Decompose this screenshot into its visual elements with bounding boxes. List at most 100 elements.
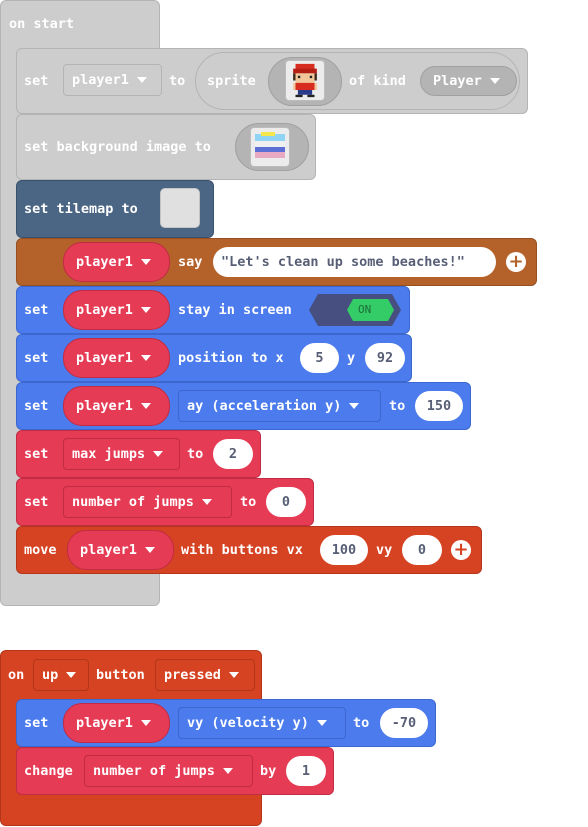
vx-value: 100 [331, 542, 357, 558]
chevron-down-icon [140, 307, 151, 313]
move-label: move [24, 542, 57, 558]
of-kind-label: of kind [349, 73, 406, 89]
set-label: set [24, 446, 49, 462]
empty-tilemap-icon[interactable] [160, 188, 200, 228]
variable-name: player1 [76, 254, 133, 270]
vy-value-input[interactable]: 0 [402, 535, 442, 565]
vx-value-input[interactable]: 100 [320, 535, 368, 565]
chevron-down-icon [66, 672, 77, 678]
number-of-jumps-value: 0 [281, 494, 291, 510]
position-label: position to x [178, 350, 284, 366]
chevron-down-icon [144, 547, 155, 553]
variable-dropdown-player1[interactable]: player1 [63, 338, 170, 378]
variable-name: max jumps [72, 446, 146, 462]
velocity-value-input[interactable]: -70 [380, 708, 428, 738]
y-value-input[interactable]: 92 [365, 343, 405, 373]
say-label: say [178, 254, 203, 270]
sprite-label: sprite [207, 73, 256, 89]
variable-name: player1 [76, 715, 133, 731]
beach-image-icon [250, 127, 290, 167]
add-parameter-button[interactable]: + [506, 252, 526, 272]
x-value: 5 [315, 350, 324, 366]
add-parameter-button[interactable]: + [451, 540, 471, 560]
kind-dropdown[interactable]: Player [420, 66, 517, 96]
button-dropdown[interactable]: up [33, 659, 89, 691]
change-value: 1 [301, 763, 311, 779]
set-tilemap-label: set tilemap to [24, 201, 138, 217]
chevron-down-icon [489, 78, 500, 84]
set-label: set [24, 350, 49, 366]
change-label: change [24, 763, 73, 779]
number-of-jumps-value-input[interactable]: 0 [266, 487, 306, 517]
chevron-down-icon [153, 451, 164, 457]
button-label: button [96, 667, 145, 683]
to-label: to [240, 494, 257, 510]
y-label: y [347, 350, 356, 366]
chevron-down-icon [222, 768, 233, 774]
variable-dropdown-max-jumps[interactable]: max jumps [63, 438, 180, 470]
variable-dropdown-player1[interactable]: player1 [63, 386, 170, 426]
event-value: pressed [164, 667, 221, 683]
variable-dropdown-number-of-jumps[interactable]: number of jumps [84, 755, 253, 787]
event-dropdown[interactable]: pressed [155, 659, 255, 691]
acceleration-value: 150 [426, 398, 452, 414]
variable-name: number of jumps [93, 763, 215, 779]
to-label: to [353, 715, 370, 731]
plus-icon: + [453, 539, 469, 560]
change-value-input[interactable]: 1 [286, 756, 326, 786]
chevron-down-icon [140, 403, 151, 409]
acceleration-value-input[interactable]: 150 [415, 391, 463, 421]
vy-value: 0 [417, 542, 427, 558]
on-label: on [8, 667, 25, 683]
to-label: to [389, 398, 406, 414]
toggle-label: ON [358, 303, 372, 316]
chevron-down-icon [136, 77, 147, 83]
max-jumps-value-input[interactable]: 2 [213, 439, 253, 469]
variable-name: player1 [72, 72, 129, 88]
x-value-input[interactable]: 5 [300, 343, 339, 373]
chevron-down-icon [228, 672, 239, 678]
chevron-down-icon [140, 720, 151, 726]
on-off-toggle[interactable]: ON [308, 293, 402, 327]
variable-dropdown-player1[interactable]: player1 [63, 242, 170, 282]
set-label: set [24, 494, 49, 510]
chevron-down-icon [201, 499, 212, 505]
velocity-value: -70 [391, 715, 417, 731]
plus-icon: + [508, 251, 524, 272]
chevron-down-icon [140, 259, 151, 265]
to-label: to [169, 73, 186, 89]
chevron-down-icon [140, 355, 151, 361]
say-text-value: "Let's clean up some beaches!" [221, 254, 465, 270]
vy-label: vy [376, 542, 393, 558]
variable-name: player1 [76, 302, 133, 318]
set-label: set [24, 73, 49, 89]
with-buttons-vx-label: with buttons vx [181, 542, 303, 558]
to-label: to [187, 446, 204, 462]
property-dropdown[interactable]: vy (velocity y) [178, 707, 346, 739]
property-value: vy (velocity y) [187, 715, 309, 731]
set-background-label: set background image to [24, 139, 211, 155]
variable-dropdown-player1[interactable]: player1 [67, 530, 174, 570]
set-label: set [24, 715, 49, 731]
by-label: by [260, 763, 277, 779]
button-value: up [42, 667, 59, 683]
variable-name: player1 [76, 350, 133, 366]
say-text-input[interactable]: "Let's clean up some beaches!" [213, 247, 496, 277]
variable-dropdown-player1[interactable]: player1 [63, 703, 170, 743]
set-label: set [24, 302, 49, 318]
set-label: set [24, 398, 49, 414]
variable-name: player1 [80, 542, 137, 558]
property-value: ay (acceleration y) [187, 398, 342, 414]
variable-dropdown-player1[interactable]: player1 [63, 290, 170, 330]
max-jumps-value: 2 [228, 446, 238, 462]
variable-name: number of jumps [72, 494, 194, 510]
chevron-down-icon [349, 403, 360, 409]
property-dropdown[interactable]: ay (acceleration y) [178, 390, 381, 422]
on-start-label: on start [9, 16, 75, 32]
variable-dropdown-number-of-jumps[interactable]: number of jumps [63, 486, 232, 518]
kind-value: Player [433, 73, 482, 89]
variable-dropdown-player1[interactable]: player1 [63, 64, 162, 96]
y-value: 92 [376, 350, 394, 366]
character-sprite-icon [285, 60, 325, 101]
stay-in-screen-label: stay in screen [178, 302, 292, 318]
